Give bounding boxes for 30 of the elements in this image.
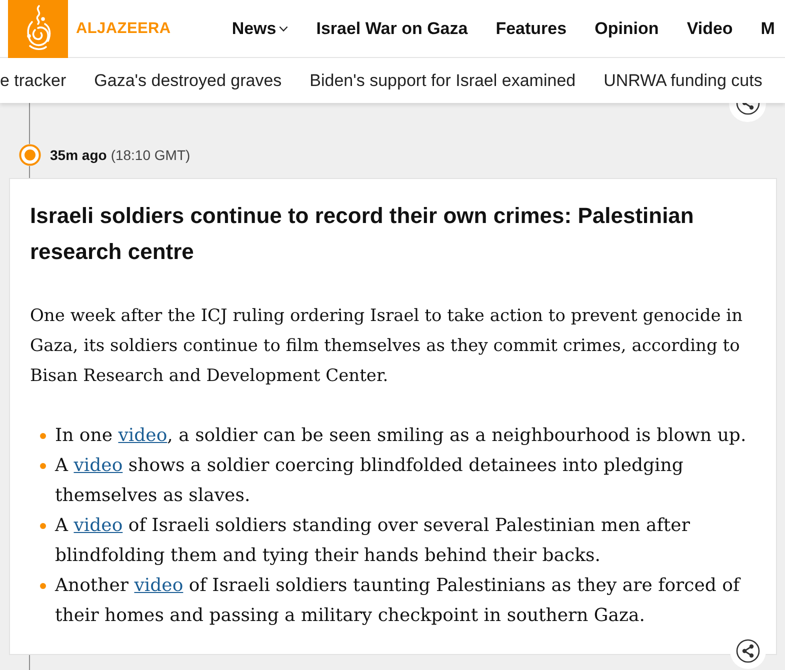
video-link[interactable]: video bbox=[134, 575, 184, 596]
timestamp: (18:10 GMT) bbox=[110, 146, 190, 165]
video-link[interactable]: video bbox=[74, 455, 123, 476]
post-intro: One week after the ICJ ruling ordering Israel to take action to prevent genocide in Gaza, its soldiers continue to film themselves as they commit crimes, according to Bisan Research and Development Center. bbox=[30, 305, 744, 388]
share-icon bbox=[735, 638, 761, 664]
video-link[interactable]: video bbox=[118, 425, 168, 446]
video-link[interactable]: video bbox=[74, 515, 123, 536]
nav-link[interactable]: M bbox=[760, 16, 775, 42]
nav-link[interactable]: Opinion bbox=[594, 16, 659, 42]
bullet-icon bbox=[40, 583, 46, 589]
topic-link[interactable]: Gaza's destroyed graves bbox=[94, 68, 282, 94]
bullet-icon bbox=[40, 463, 46, 469]
bullet-icon bbox=[40, 523, 46, 529]
bullet-text: A video of Israeli soldiers standing over several Palestinian men after blindfolding them and tying their hands behind their backs. bbox=[55, 514, 691, 568]
nav-link[interactable]: News bbox=[232, 16, 288, 42]
bullet-text: In one video, a soldier can be seen smiling as a neighbourhood is blown up. bbox=[55, 424, 746, 448]
topic-link[interactable]: Biden's support for Israel examined bbox=[310, 68, 576, 94]
post-title: Israeli soldiers continue to record their own crimes: Palestinian research centre bbox=[30, 202, 695, 266]
bullet-icon bbox=[40, 433, 46, 439]
nav-link[interactable]: Features bbox=[496, 16, 567, 42]
bullet-text: A video shows a soldier coercing blindfolded detainees into pledging themselves as slaves. bbox=[55, 454, 684, 508]
topic-link[interactable]: UNRWA funding cuts bbox=[604, 68, 762, 94]
time-ago: 35m ago bbox=[50, 146, 107, 165]
topic-link[interactable]: e tracker bbox=[0, 68, 66, 94]
share-icon bbox=[734, 103, 760, 116]
timeline-marker-icon bbox=[19, 144, 41, 166]
bullet-text: Another video of Israeli soldiers taunting Palestinians as they are forced of their homes and passing a military checkpoint in southern Gaza. bbox=[55, 574, 742, 628]
nav-link[interactable]: Video bbox=[686, 16, 733, 42]
share-button[interactable] bbox=[729, 103, 766, 122]
nav-link[interactable]: Israel War on Gaza bbox=[316, 16, 468, 42]
